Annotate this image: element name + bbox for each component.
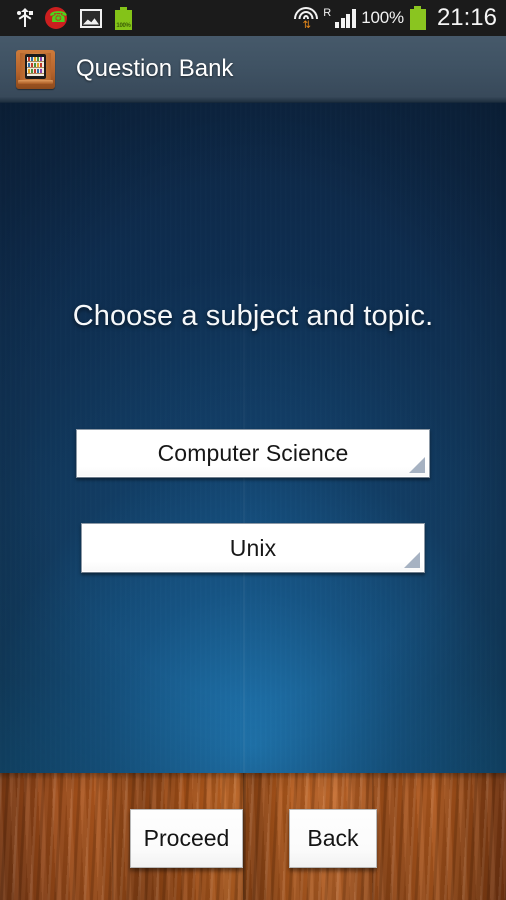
- battery-icon: [409, 6, 426, 30]
- topic-spinner[interactable]: Unix: [81, 523, 425, 573]
- proceed-button-label: Proceed: [143, 825, 230, 851]
- subject-spinner[interactable]: Computer Science: [76, 429, 430, 478]
- usb-icon: [17, 8, 33, 28]
- missed-call-icon: ☎: [45, 7, 68, 29]
- wifi-icon: ⇅: [294, 6, 319, 31]
- floor-plank-seam: [112, 773, 114, 900]
- spinner-triangle-icon: [404, 552, 420, 568]
- status-bar-clock: 21:16: [436, 4, 497, 31]
- subject-spinner-value: Computer Science: [157, 440, 349, 466]
- floor-plank-seam: [243, 773, 246, 900]
- phone-screen: ☎ 100% ⇅ R 100% 21:16 Question Bank Choo…: [0, 0, 506, 900]
- battery-small-percent: 100%: [116, 22, 131, 29]
- spinner-triangle-icon: [409, 457, 425, 473]
- roaming-indicator: R: [323, 7, 332, 19]
- proceed-button[interactable]: Proceed: [130, 809, 243, 868]
- app-title-bar: Question Bank: [0, 36, 506, 103]
- status-bar-right-icons: ⇅ R 100% 21:16: [294, 4, 506, 32]
- status-bar: ☎ 100% ⇅ R 100% 21:16: [0, 0, 506, 36]
- wooden-floor: [0, 773, 506, 900]
- screenshot-image-icon: [80, 8, 102, 28]
- battery-small-icon: 100%: [115, 6, 132, 30]
- instruction-headline: Choose a subject and topic.: [72, 300, 434, 332]
- question-bank-app-icon[interactable]: [16, 49, 55, 89]
- topic-spinner-value: Unix: [229, 534, 277, 561]
- page-title: Question Bank: [76, 55, 234, 82]
- cellular-signal-icon: [335, 8, 357, 28]
- status-bar-left-icons: ☎ 100%: [0, 6, 294, 30]
- back-button-label: Back: [307, 825, 359, 851]
- back-button[interactable]: Back: [289, 809, 377, 868]
- battery-percent-label: 100%: [361, 8, 404, 27]
